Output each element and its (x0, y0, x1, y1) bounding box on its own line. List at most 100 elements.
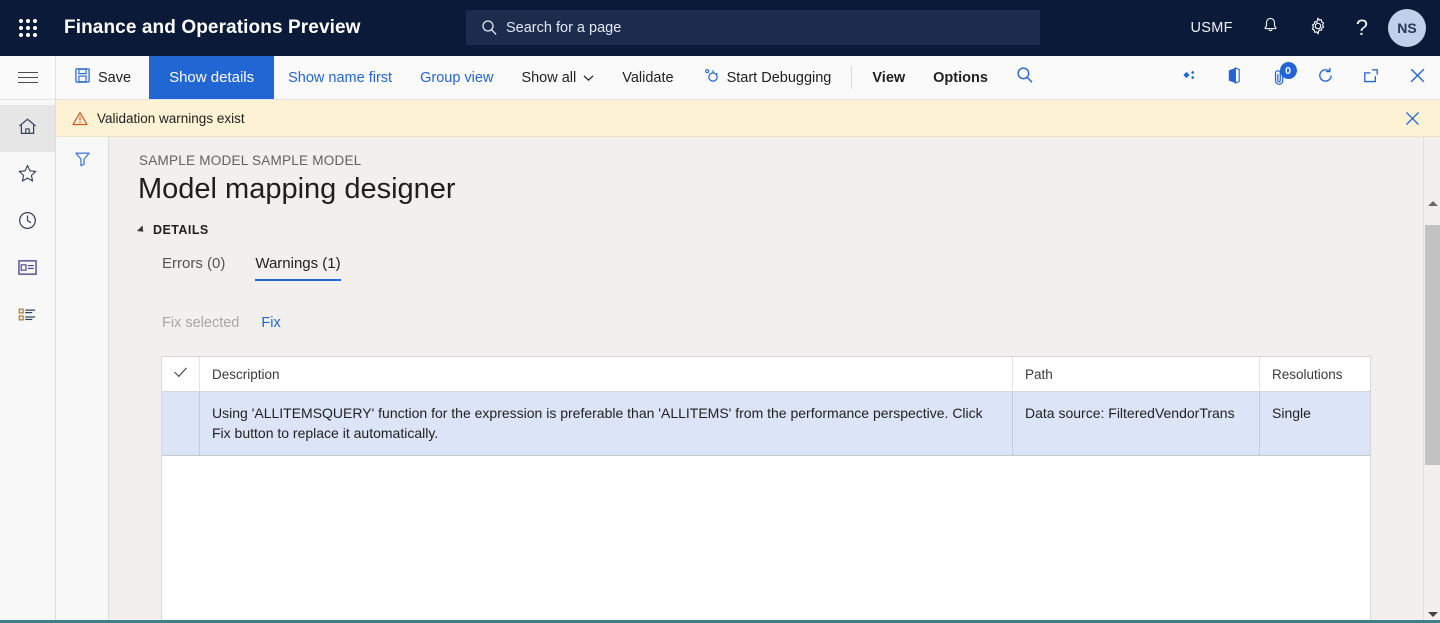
save-disk-icon (74, 67, 91, 88)
checkmark-icon (173, 366, 188, 382)
clock-icon (17, 210, 38, 236)
warning-triangle-icon (72, 111, 88, 126)
cell-path: Data source: FilteredVendorTrans (1013, 392, 1260, 455)
action-pane-divider (851, 66, 852, 89)
gear-icon (1308, 16, 1328, 41)
view-menu[interactable]: View (858, 56, 919, 99)
notifications-button[interactable] (1247, 0, 1294, 56)
action-pane: Save Show details Show name first Group … (0, 56, 1440, 100)
search-icon (1016, 66, 1034, 89)
save-button[interactable]: Save (56, 56, 149, 99)
home-icon (17, 116, 38, 142)
grid-header-row: Description Path Resolutions (162, 357, 1370, 392)
star-icon (17, 163, 38, 189)
breadcrumb: SAMPLE MODEL SAMPLE MODEL (139, 153, 362, 168)
popout-button[interactable] (1348, 56, 1394, 99)
app-launcher-button[interactable] (0, 0, 56, 56)
chevron-down-icon (1428, 612, 1438, 617)
content-area: SAMPLE MODEL SAMPLE MODEL Model mapping … (109, 137, 1440, 620)
details-section-label: DETAILS (153, 223, 209, 237)
app-title: Finance and Operations Preview (64, 17, 361, 39)
start-debugging-button[interactable]: Start Debugging (688, 56, 846, 99)
open-in-new-window-icon (1361, 67, 1381, 89)
attachment-icon: 0 (1271, 68, 1288, 87)
share-icon (1176, 67, 1198, 88)
fix-button[interactable]: Fix (261, 315, 280, 331)
page-title: Model mapping designer (138, 173, 456, 206)
show-details-button[interactable]: Show details (149, 56, 274, 99)
top-bar-right-group: USMF ? NS (1176, 0, 1440, 56)
warnings-grid: Description Path Resolutions Using 'ALLI… (161, 356, 1371, 620)
workspace-icon (17, 258, 38, 282)
avatar[interactable]: NS (1388, 9, 1426, 47)
collapse-caret-icon (137, 225, 146, 234)
refresh-button[interactable] (1302, 56, 1348, 99)
show-all-dropdown[interactable]: Show all (507, 56, 608, 99)
filter-pane-button[interactable] (56, 137, 108, 185)
sidebar-item-home[interactable] (0, 105, 55, 152)
sidebar-item-modules[interactable] (0, 293, 55, 340)
hamburger-icon (18, 68, 38, 86)
sidebar-item-workspaces[interactable] (0, 246, 55, 293)
navigation-menu-button[interactable] (0, 56, 56, 99)
share-button[interactable] (1164, 56, 1210, 99)
fix-selected-button[interactable]: Fix selected (162, 315, 239, 331)
show-all-label: Show all (521, 70, 576, 86)
bell-icon (1261, 16, 1280, 40)
question-mark-icon: ? (1356, 17, 1368, 39)
group-view-button[interactable]: Group view (406, 56, 507, 99)
column-header-description[interactable]: Description (200, 357, 1013, 391)
show-name-first-button[interactable]: Show name first (274, 56, 406, 99)
vertical-scrollbar[interactable] (1423, 137, 1440, 623)
table-row[interactable]: Using 'ALLITEMSQUERY' function for the e… (162, 392, 1370, 456)
global-search-placeholder: Search for a page (506, 20, 621, 36)
cell-resolutions: Single (1260, 392, 1370, 455)
validation-message-text: Validation warnings exist (97, 111, 245, 126)
filter-pane-rail (56, 137, 109, 620)
options-menu[interactable]: Options (919, 56, 1002, 99)
scroll-down-button[interactable] (1424, 606, 1440, 623)
validation-tabs: Errors (0) Warnings (1) (162, 255, 341, 281)
validate-button[interactable]: Validate (608, 56, 687, 99)
attachments-count-badge: 0 (1280, 62, 1297, 79)
tab-warnings[interactable]: Warnings (1) (255, 255, 340, 281)
grid-toolbar: Fix selected Fix (162, 315, 281, 331)
tab-errors[interactable]: Errors (0) (162, 255, 225, 281)
application-window: Finance and Operations Preview Search fo… (0, 0, 1440, 623)
details-section-header[interactable]: DETAILS (139, 223, 209, 237)
row-select-cell[interactable] (162, 392, 200, 455)
sidebar-item-recent[interactable] (0, 199, 55, 246)
save-label: Save (98, 70, 131, 86)
waffle-icon (19, 19, 37, 37)
column-header-resolutions[interactable]: Resolutions (1260, 357, 1370, 391)
start-debugging-label: Start Debugging (727, 70, 832, 86)
left-navigation-rail (0, 100, 56, 620)
funnel-icon (73, 149, 92, 173)
company-selector[interactable]: USMF (1176, 0, 1246, 56)
help-button[interactable]: ? (1342, 0, 1382, 56)
chevron-down-icon (583, 70, 594, 86)
list-icon (17, 305, 38, 329)
refresh-icon (1316, 66, 1335, 90)
select-all-header[interactable] (162, 357, 200, 391)
scrollbar-thumb[interactable] (1425, 225, 1440, 465)
message-bar-close-button[interactable] (1396, 100, 1428, 137)
chevron-up-icon (1428, 201, 1438, 206)
close-icon (1408, 66, 1427, 90)
search-icon (478, 17, 500, 39)
action-pane-spacer (1048, 56, 1164, 99)
attachments-button[interactable]: 0 (1256, 56, 1302, 99)
settings-button[interactable] (1294, 0, 1342, 56)
action-search-button[interactable] (1002, 56, 1048, 99)
column-header-path[interactable]: Path (1013, 357, 1260, 391)
open-in-office-button[interactable] (1210, 56, 1256, 99)
global-search-input[interactable]: Search for a page (466, 10, 1040, 45)
top-navigation-bar: Finance and Operations Preview Search fo… (0, 0, 1440, 56)
office-icon (1225, 66, 1242, 90)
close-page-button[interactable] (1394, 56, 1440, 99)
validation-message-bar: Validation warnings exist (56, 100, 1440, 137)
sidebar-item-favorites[interactable] (0, 152, 55, 199)
cell-description: Using 'ALLITEMSQUERY' function for the e… (200, 392, 1013, 455)
debug-icon (702, 67, 720, 88)
scroll-up-button[interactable] (1424, 195, 1440, 212)
